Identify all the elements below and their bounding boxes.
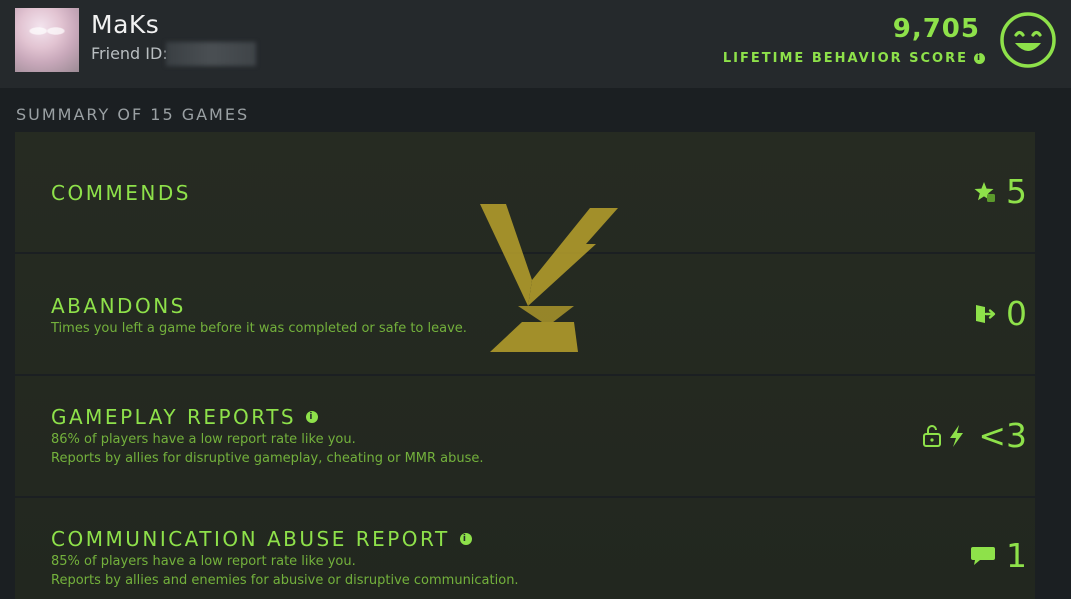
row-gameplay-reports: GAMEPLAY REPORTS i 86% of players have a… [15,376,1035,498]
row-title-text: COMMUNICATION ABUSE REPORT [51,527,450,551]
row-description: Times you left a game before it was comp… [51,321,467,336]
row-title-text: COMMENDS [51,181,191,205]
chat-bubble-icon [971,546,995,565]
row-value: <3 [922,416,1027,455]
report-explanation-text: Reports by allies for disruptive gamepla… [51,451,484,466]
summary-title: SUMMARY OF 15 GAMES [16,105,250,124]
row-communication-abuse: COMMUNICATION ABUSE REPORT i 85% of play… [15,498,1035,599]
smiley-icon [1000,12,1056,68]
rank-emblem-watermark [480,204,618,352]
friend-id-redacted [166,42,256,66]
row-title: COMMUNICATION ABUSE REPORT i [51,527,472,551]
behavior-score-label-text: LIFETIME BEHAVIOR SCORE [722,51,968,66]
row-title-text: GAMEPLAY REPORTS [51,405,297,429]
info-icon[interactable]: i [306,411,319,423]
report-explanation-text: Reports by allies and enemies for abusiv… [51,573,519,588]
info-icon[interactable]: i [974,53,985,64]
report-rate-text: 85% of players have a low report rate li… [51,554,356,569]
behavior-score-value: 9,705 [892,14,980,44]
row-title: ABANDONS [51,294,186,318]
player-name: MaKs [91,10,160,39]
commends-count: 5 [1006,172,1027,211]
row-description: 85% of players have a low report rate li… [51,552,519,590]
communication-reports-count: 1 [1006,536,1027,575]
avatar[interactable] [15,8,79,72]
gameplay-reports-count: <3 [978,416,1027,455]
row-description: 86% of players have a low report rate li… [51,430,484,468]
row-title: COMMENDS [51,181,191,205]
profile-header: MaKs Friend ID: 9,705 LIFETIME BEHAVIOR … [0,0,1071,88]
exit-door-icon [976,304,996,323]
row-value: 1 [970,536,1027,575]
row-value: 5 [974,172,1027,211]
friend-id-label: Friend ID: [91,44,168,63]
lock-lightning-icon [923,424,964,447]
report-rate-text: 86% of players have a low report rate li… [51,432,356,447]
row-value: 0 [974,294,1027,333]
row-title-text: ABANDONS [51,294,186,318]
behavior-score-label: LIFETIME BEHAVIOR SCORE i [723,51,985,66]
info-icon[interactable]: i [459,533,472,545]
abandons-count: 0 [1006,294,1027,333]
star-commend-icon [974,181,995,202]
row-title: GAMEPLAY REPORTS i [51,405,319,429]
